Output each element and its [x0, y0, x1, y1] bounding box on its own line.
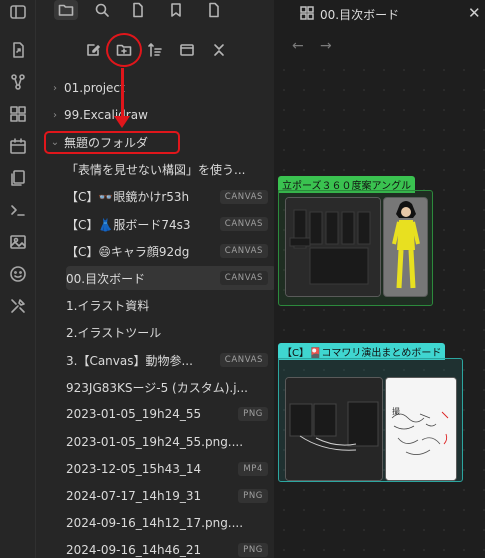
file-label: 3.【Canvas】動物参... [66, 353, 193, 368]
file-type-badge: CANVAS [219, 217, 268, 231]
file-item[interactable]: 3.【Canvas】動物参... CANVAS [66, 348, 276, 372]
file-item[interactable]: 2023-12-05_15h43_14 MP4 [66, 457, 276, 481]
file-label: 2023-01-05_19h24_55 [66, 407, 202, 422]
main-workspace: 00.目次ボード ✕ ← → 立ポーズ３６０度案アングル 【C】🎴コマワリ演出ま… [274, 0, 485, 558]
file-type-badge: CANVAS [219, 189, 268, 204]
file-item[interactable]: 【C】👓眼鏡かけr53h CANVAS [66, 185, 276, 209]
sidebar-tab-bar [36, 0, 274, 22]
new-note-button[interactable] [82, 39, 104, 61]
file-item[interactable]: 2.イラストツール [66, 321, 276, 345]
graph-view-icon[interactable] [8, 72, 28, 92]
canvas-group[interactable]: 撮 [278, 358, 463, 482]
file-type-badge: CANVAS [219, 353, 268, 367]
auto-reveal-button[interactable] [176, 39, 198, 61]
file-label: 「表情を見せない構図」を使う... [66, 163, 246, 178]
file-item[interactable]: 2024-09-16_14h46_21 PNG [66, 538, 276, 558]
file-label: 2023-12-05_15h43_14 [66, 461, 202, 476]
file-type-badge: MP4 [238, 461, 268, 476]
file-nav-actions [36, 36, 274, 62]
search-tab[interactable] [90, 0, 114, 20]
file-item[interactable]: 00.目次ボード CANVAS [66, 266, 276, 291]
open-quick-switcher-icon[interactable] [8, 40, 28, 60]
bookmark-icon [171, 3, 181, 17]
collapse-icon [180, 44, 194, 56]
file-label: 2023-01-05_19h24_55.png.... [66, 434, 244, 449]
file-item[interactable]: 「表情を見せない構図」を使う... [66, 158, 276, 182]
file-item[interactable]: 923JG83KSージ-5 (カスタム).j... [66, 375, 276, 399]
new-note-icon [87, 44, 100, 56]
canvas-icon [300, 5, 314, 24]
search-icon [95, 3, 109, 17]
chevron-right-icon[interactable]: › [46, 110, 64, 121]
templates-icon[interactable] [8, 168, 28, 188]
collapse-all-button[interactable] [208, 39, 230, 61]
file-tab[interactable] [126, 0, 150, 20]
canvas-card-image[interactable] [285, 377, 383, 481]
canvas-card-figure[interactable] [383, 197, 428, 297]
folder-label: 99.Excalidraw [64, 108, 148, 123]
terminal-icon[interactable] [8, 200, 28, 220]
left-ribbon [0, 0, 36, 558]
file-label: 2.イラストツール [66, 326, 162, 341]
canvas-area[interactable]: 立ポーズ３６０度案アングル 【C】🎴コマワリ演出まとめボード 撮 [274, 60, 485, 558]
tools-icon[interactable] [8, 296, 28, 316]
file-label: 2024-07-17_14h19_31 [66, 489, 202, 503]
file-tab-2[interactable] [202, 0, 226, 20]
close-icon[interactable]: ✕ [468, 4, 481, 22]
sort-icon [148, 43, 162, 57]
forward-button[interactable]: → [320, 38, 332, 54]
files-tab[interactable] [54, 0, 78, 20]
canvas-group[interactable] [278, 190, 433, 306]
tab-canvas[interactable]: 00.目次ボード ✕ [274, 0, 485, 28]
file-type-badge: PNG [238, 489, 268, 503]
canvas-icon[interactable] [8, 104, 28, 124]
file-label: 923JG83KSージ-5 (カスタム).j... [66, 380, 248, 395]
chevron-right-icon[interactable]: › [46, 83, 64, 94]
folder-item[interactable]: › 01.project [46, 76, 256, 100]
tab-title: 00.目次ボード [320, 8, 400, 22]
highlight-circle-annotation [106, 33, 142, 67]
file-type-badge: PNG [238, 407, 268, 422]
calendar-icon[interactable] [8, 136, 28, 156]
file-item[interactable]: 【C】👗服ボード74s3 CANVAS [66, 212, 276, 236]
file-label: 2024-09-16_14h46_21 [66, 543, 202, 558]
folder-label: 01.project [64, 81, 125, 95]
sidebar-toggle-icon[interactable] [8, 2, 28, 22]
image-icon[interactable] [8, 232, 28, 252]
canvas-card-image[interactable] [285, 197, 381, 297]
folder-icon [58, 4, 74, 16]
file-label: 1.イラスト資料 [66, 299, 150, 314]
sort-button[interactable] [144, 39, 166, 61]
file-item[interactable]: 2024-07-17_14h19_31 PNG [66, 484, 276, 508]
folder-item[interactable]: › 99.Excalidraw [46, 103, 256, 127]
highlight-arrow-annotation [121, 68, 124, 120]
file-item[interactable]: 【C】😄キャラ顔92dg CANVAS [66, 239, 276, 263]
highlight-box-annotation [44, 131, 180, 154]
svg-text:撮: 撮 [392, 406, 400, 416]
file-item[interactable]: 2024-09-16_14h12_17.png.... [66, 511, 276, 535]
emoji-icon[interactable] [8, 264, 28, 284]
file-label: 【C】👗服ボード74s3 [66, 217, 191, 232]
back-button[interactable]: ← [292, 38, 304, 54]
file-item[interactable]: 2023-01-05_19h24_55.png.... [66, 430, 276, 454]
file-item[interactable]: 2023-01-05_19h24_55 PNG [66, 402, 276, 426]
file-label: 【C】😄キャラ顔92dg [66, 244, 190, 259]
file-icon [209, 2, 219, 18]
bookmarks-tab[interactable] [164, 0, 188, 20]
file-label: 00.目次ボード [66, 271, 146, 286]
collapse-all-icon [214, 44, 224, 56]
canvas-card-sketch[interactable]: 撮 [385, 377, 457, 481]
file-type-badge: CANVAS [219, 244, 268, 259]
file-type-badge: PNG [238, 543, 268, 558]
file-type-badge: CANVAS [219, 271, 268, 286]
file-label: 2024-09-16_14h12_17.png.... [66, 516, 244, 531]
file-explorer-sidebar: › 01.project › 99.Excalidraw ⌄ 無題のフォルダ 「表情を見せな… [36, 0, 305, 558]
file-label: 【C】👓眼鏡かけr53h [66, 190, 190, 205]
highlight-arrow-head-annotation [114, 116, 130, 128]
file-icon [133, 2, 143, 18]
file-item[interactable]: 1.イラスト資料 [66, 294, 276, 318]
